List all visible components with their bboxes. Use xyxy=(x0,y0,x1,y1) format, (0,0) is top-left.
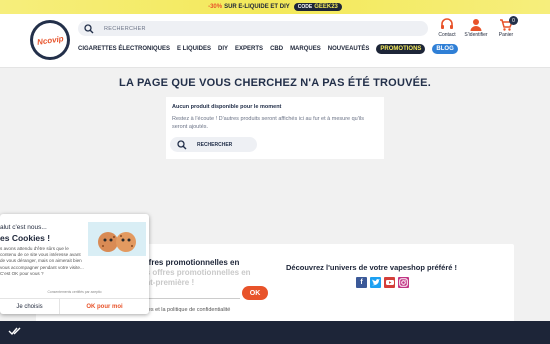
main-nav: CIGARETTES ÉLECTRONIQUES E LIQUIDES DIY … xyxy=(78,44,458,54)
nav-item-blog[interactable]: BLOG xyxy=(432,44,458,54)
nav-item-promotions[interactable]: PROMOTIONS xyxy=(376,44,426,54)
youtube-icon[interactable] xyxy=(384,277,395,288)
site-logo[interactable]: Ncovip xyxy=(30,20,70,60)
empty-heading: Aucun produit disponible pour le moment xyxy=(172,104,282,110)
login-link[interactable]: S'identifier xyxy=(461,18,491,38)
promo-code-badge: CODE GEEK23 xyxy=(293,3,342,11)
cookie-mascots-image xyxy=(88,222,146,256)
login-label: S'identifier xyxy=(464,32,488,38)
nav-item-cbd[interactable]: CBD xyxy=(270,46,283,52)
cookie-title: es Cookies ! xyxy=(0,233,51,243)
page-title: LA PAGE QUE VOUS CHERCHEZ N'A PAS ÉTÉ TR… xyxy=(119,77,431,89)
cookie-body: s avons attendu d'être sûrs que le conte… xyxy=(0,246,84,276)
social-links: f xyxy=(356,277,409,288)
cookie-consent-popup: alut c'est nous... es Cookies ! s avons … xyxy=(0,214,149,314)
empty-results-card: Aucun produit disponible pour le moment … xyxy=(166,97,384,159)
footer-bar xyxy=(0,321,550,344)
promo-banner[interactable]: -30% SUR E-LIQUIDE ET DIY CODE GEEK23 xyxy=(0,0,550,14)
search-icon[interactable] xyxy=(84,23,94,34)
nav-item-nouveautes[interactable]: NOUVEAUTÉS xyxy=(328,46,370,52)
promo-percent: -30% xyxy=(208,4,223,10)
user-icon xyxy=(470,19,482,31)
cart-link[interactable]: Panier 0 xyxy=(491,16,521,38)
nav-item-cigarettes[interactable]: CIGARETTES ÉLECTRONIQUES xyxy=(78,46,170,52)
card-search-bar[interactable]: RECHERCHER xyxy=(170,137,257,152)
contact-link[interactable]: Contact xyxy=(432,18,462,38)
newsletter-ok-button[interactable]: OK xyxy=(242,286,268,300)
empty-text: Restez à l'écoute ! D'autres produits se… xyxy=(172,116,364,130)
twitter-icon[interactable] xyxy=(370,277,381,288)
nav-item-e-liquides[interactable]: E LIQUIDES xyxy=(177,46,211,52)
cookie-greeting: alut c'est nous... xyxy=(0,224,47,231)
contact-label: Contact xyxy=(438,32,456,38)
search-input[interactable]: RECHERCHER xyxy=(104,26,146,32)
cookie-accept-button[interactable]: OK pour moi xyxy=(60,298,149,314)
site-header: Ncovip RECHERCHER Contact S'identifier P… xyxy=(0,14,550,68)
logo-text: Ncovip xyxy=(36,33,64,47)
headset-icon xyxy=(441,18,453,29)
nav-item-experts[interactable]: EXPERTS xyxy=(235,46,263,52)
consent-check-icon[interactable] xyxy=(8,326,22,338)
search-icon[interactable] xyxy=(177,139,187,150)
cookie-choose-button[interactable]: Je choisis xyxy=(0,298,60,314)
facebook-icon[interactable]: f xyxy=(356,277,367,288)
card-search-input[interactable]: RECHERCHER xyxy=(197,142,232,148)
instagram-icon[interactable] xyxy=(398,277,409,288)
promo-text: SUR E-LIQUIDE ET DIY xyxy=(224,4,290,10)
promo-code-label: CODE xyxy=(297,4,313,10)
nav-item-diy[interactable]: DIY xyxy=(218,46,228,52)
nav-item-marques[interactable]: MARQUES xyxy=(290,46,321,52)
newsletter-title: ffres promotionnelles en xyxy=(146,258,240,267)
cart-label: Panier xyxy=(498,32,514,38)
cart-count-badge: 0 xyxy=(509,16,518,25)
search-bar[interactable]: RECHERCHER xyxy=(78,21,428,36)
promo-code: GEEK23 xyxy=(314,4,338,10)
social-title: Découvrez l'univers de votre vapeshop pr… xyxy=(286,263,458,272)
cookie-certified-text: Consentements certifiés par axeptio xyxy=(47,290,102,294)
